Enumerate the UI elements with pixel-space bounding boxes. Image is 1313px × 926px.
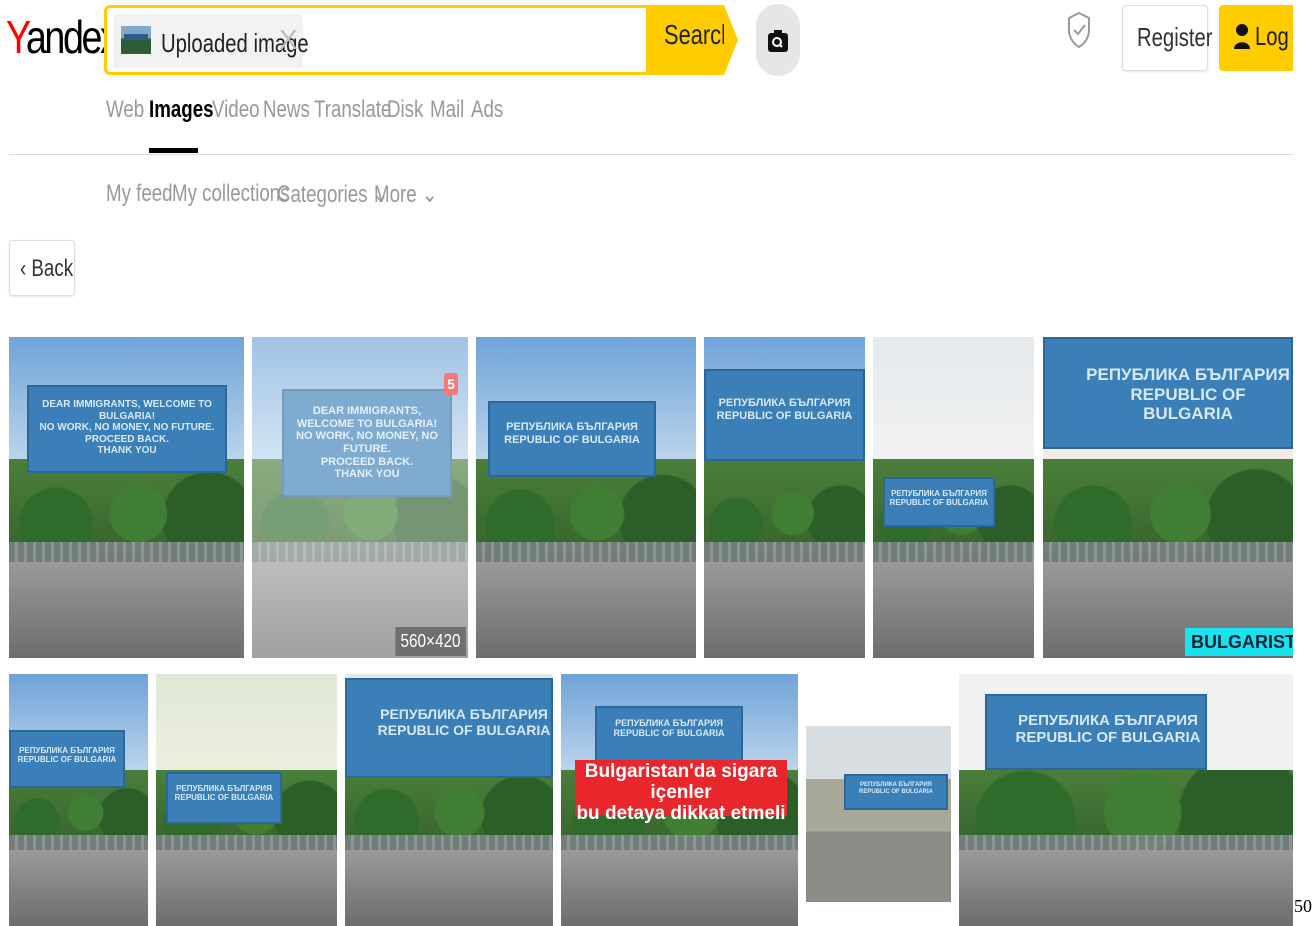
uploaded-image-chip[interactable]: Uploaded image X: [113, 14, 309, 68]
result-thumbnail-6[interactable]: РЕПУБЛИКА БЪЛГАРИЯ REPUBLIC OF BULGARIA …: [1043, 337, 1293, 658]
header-divider: [9, 154, 1293, 155]
camera-search-button[interactable]: [756, 4, 800, 76]
tab-news[interactable]: News: [263, 96, 310, 124]
result-thumbnail-9[interactable]: РЕПУБЛИКА БЪЛГАРИЯ REPUBLIC OF BULGARIA: [345, 674, 553, 926]
result-thumbnail-8[interactable]: РЕПУБЛИКА БЪЛГАРИЯ REPUBLIC OF BULGARIA: [156, 674, 337, 926]
yandex-logo[interactable]: Yandex: [6, 8, 119, 66]
result-thumbnail-3[interactable]: РЕПУБЛИКА БЪЛГАРИЯ REPUBLIC OF BULGARIA: [476, 337, 696, 658]
subnav-my-feed[interactable]: My feed: [106, 180, 173, 208]
tab-ads[interactable]: Ads: [471, 96, 503, 124]
road-sign: DEAR IMMIGRANTS, WELCOME TO BULGARIA! NO…: [282, 389, 452, 497]
image-size-badge: 560×420: [395, 627, 466, 656]
road-sign: РЕПУБЛИКА БЪЛГАРИЯ REPUBLIC OF BULGARIA: [985, 694, 1207, 770]
active-tab-indicator: [149, 148, 198, 153]
search-input[interactable]: Uploaded image X: [104, 5, 646, 75]
result-thumbnail-2[interactable]: DEAR IMMIGRANTS, WELCOME TO BULGARIA! NO…: [252, 337, 468, 658]
tab-translate[interactable]: Translate: [314, 96, 391, 124]
source-badge: 5: [444, 373, 458, 395]
register-button[interactable]: Register: [1122, 5, 1213, 71]
result-thumbnail-5[interactable]: РЕПУБЛИКА БЪЛГАРИЯ REPUBLIC OF BULGARIA: [873, 337, 1034, 658]
road-sign: DEAR IMMIGRANTS, WELCOME TO BULGARIA! NO…: [27, 385, 227, 473]
page-number: 50: [1294, 896, 1312, 916]
uploaded-image-thumbnail: [121, 26, 151, 54]
road-sign: РЕПУБЛИКА БЪЛГАРИЯ REPUBLIC OF BULGARIA: [595, 706, 743, 762]
result-thumbnail-7[interactable]: РЕПУБЛИКА БЪЛГАРИЯ REPUBLIC OF BULGARIA: [9, 674, 148, 926]
tab-video[interactable]: Video: [212, 96, 260, 124]
subnav-more[interactable]: More ⌄: [374, 180, 438, 209]
login-button[interactable]: Log in: [1219, 5, 1293, 71]
result-thumbnail-1[interactable]: DEAR IMMIGRANTS, WELCOME TO BULGARIA! NO…: [9, 337, 244, 658]
result-thumbnail-10[interactable]: РЕПУБЛИКА БЪЛГАРИЯ REPUBLIC OF BULGARIA …: [561, 674, 798, 926]
subnav-categories[interactable]: Categories ⌄: [277, 180, 388, 209]
camera-search-icon: [768, 30, 788, 52]
result-thumbnail-12[interactable]: РЕПУБЛИКА БЪЛГАРИЯ REPUBLIC OF BULGARIA: [959, 674, 1293, 926]
tab-images[interactable]: Images: [149, 96, 214, 124]
road-sign: РЕПУБЛИКА БЪЛГАРИЯ REPUBLIC OF BULGARIA: [1043, 337, 1293, 449]
road-sign: РЕПУБЛИКА БЪЛГАРИЯ REPUBLIC OF BULGARIA: [844, 774, 948, 810]
road-sign: РЕПУБЛИКА БЪЛГАРИЯ REPUBLIC OF BULGARIA: [9, 730, 125, 788]
tab-mail[interactable]: Mail: [430, 96, 464, 124]
result-thumbnail-4[interactable]: РЕПУБЛИКА БЪЛГАРИЯ REPUBLIC OF BULGARIA: [704, 337, 865, 658]
tab-web[interactable]: Web: [106, 96, 144, 124]
result-thumbnail-11[interactable]: РЕПУБЛИКА БЪЛГАРИЯ REPUBLIC OF BULGARIA: [806, 674, 951, 926]
road-sign: РЕПУБЛИКА БЪЛГАРИЯ REPUBLIC OF BULGARIA: [345, 678, 553, 778]
subnav-my-collections[interactable]: My collections: [172, 180, 290, 208]
road-sign: РЕПУБЛИКА БЪЛГАРИЯ REPUBLIC OF BULGARIA: [704, 369, 865, 461]
tab-disk[interactable]: Disk: [387, 96, 423, 124]
user-icon: [1234, 24, 1250, 49]
caption-label: BULGARISTAN: [1185, 628, 1293, 656]
shield-check-icon[interactable]: [1066, 10, 1092, 55]
headline-overlay: Bulgaristan'da sigara içenler bu detaya …: [575, 760, 787, 824]
close-icon[interactable]: X: [279, 24, 298, 56]
road-sign: РЕПУБЛИКА БЪЛГАРИЯ REPUBLIC OF BULGARIA: [883, 477, 995, 527]
road-sign: РЕПУБЛИКА БЪЛГАРИЯ REPUBLIC OF BULGARIA: [488, 401, 656, 477]
back-button[interactable]: ‹ Back: [9, 240, 75, 296]
road-sign: РЕПУБЛИКА БЪЛГАРИЯ REPUBLIC OF BULGARIA: [166, 772, 282, 824]
search-button[interactable]: Search: [646, 5, 738, 75]
